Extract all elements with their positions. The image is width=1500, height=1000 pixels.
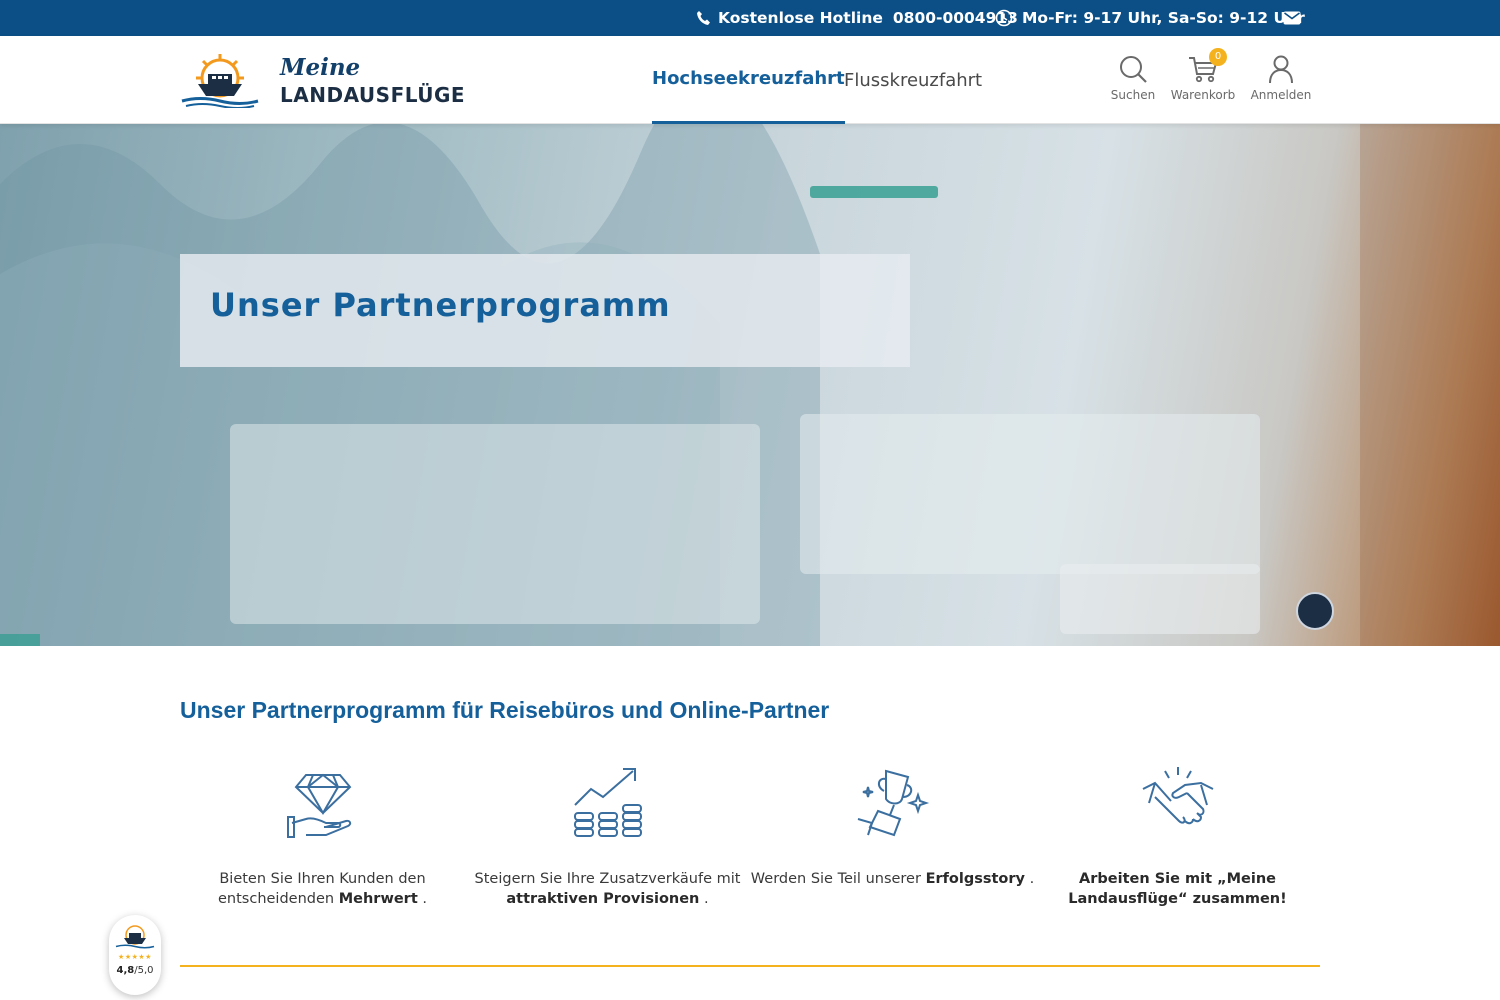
- phone-icon: [696, 10, 710, 26]
- feature-text: Steigern Sie Ihre Zusatzverkäufe mit att…: [474, 871, 741, 907]
- ship-sun-logo-icon: [181, 54, 259, 108]
- search-button[interactable]: Suchen: [1098, 54, 1168, 114]
- logo-text-meine: Meine: [280, 54, 361, 81]
- cart-button[interactable]: 0 Warenkorb: [1168, 48, 1238, 114]
- clock-icon: [995, 9, 1013, 27]
- nav-flusskreuzfahrt[interactable]: Flusskreuzfahrt: [844, 36, 982, 124]
- opening-hours: Mo-Fr: 9-17 Uhr, Sa-So: 9-12 Uhr: [995, 0, 1305, 36]
- site-logo[interactable]: Meine LANDAUSFLÜGE: [180, 52, 480, 110]
- feature-partnership: Arbeiten Sie mit „Meine Landausflüge“ zu…: [1035, 765, 1320, 909]
- user-icon: [1246, 54, 1316, 84]
- feature-text: Arbeiten Sie mit „Meine Landausflüge“ zu…: [1068, 871, 1287, 907]
- rating-score: 4,8/5,0: [116, 965, 154, 976]
- hotline[interactable]: Kostenlose Hotline 0800-0004913: [696, 0, 1018, 36]
- search-label: Suchen: [1110, 88, 1156, 102]
- trophy-icon: [750, 765, 1035, 839]
- opening-hours-text: Mo-Fr: 9-17 Uhr, Sa-So: 9-12 Uhr: [1022, 9, 1305, 27]
- cart-label: Warenkorb: [1170, 88, 1236, 102]
- growth-coins-icon: [465, 765, 750, 839]
- hero-banner: Unser Partnerprogramm: [0, 124, 1500, 646]
- login-label: Anmelden: [1250, 88, 1312, 102]
- login-button[interactable]: Anmelden: [1246, 54, 1316, 114]
- hero-title-box: Unser Partnerprogramm: [180, 254, 910, 367]
- hotline-label: Kostenlose Hotline: [718, 9, 883, 27]
- hero-background-image: [0, 124, 1500, 646]
- hero-title: Unser Partnerprogramm: [210, 286, 671, 324]
- top-info-bar: Kostenlose Hotline 0800-0004913 Mo-Fr: 9…: [0, 0, 1500, 36]
- ship-logo-icon: [115, 925, 155, 949]
- feature-text: Bieten Sie Ihren Kunden den entscheidend…: [218, 871, 427, 907]
- mail-icon[interactable]: [1283, 0, 1301, 36]
- search-icon: [1098, 54, 1168, 84]
- nav-hochseekreuzfahrt[interactable]: Hochseekreuzfahrt: [652, 36, 845, 124]
- seal-badge-icon[interactable]: [1296, 592, 1334, 630]
- feature-success: Werden Sie Teil unserer Erfolgsstory .: [750, 765, 1035, 889]
- feature-commission: Steigern Sie Ihre Zusatzverkäufe mit att…: [465, 765, 750, 909]
- handshake-icon: [1035, 765, 1320, 839]
- section-divider: [180, 965, 1320, 967]
- cart-icon: [1168, 54, 1238, 84]
- logo-text-landausfluege: LANDAUSFLÜGE: [280, 83, 466, 107]
- section-title: Unser Partnerprogramm für Reisebüros und…: [180, 697, 830, 723]
- main-header: Meine LANDAUSFLÜGE Hochseekreuzfahrt Flu…: [0, 36, 1500, 124]
- feature-value: Bieten Sie Ihren Kunden den entscheidend…: [180, 765, 465, 909]
- cart-count-badge: 0: [1209, 48, 1227, 66]
- rating-badge[interactable]: ★★★★★ 4,8/5,0: [109, 915, 161, 995]
- feature-text: Werden Sie Teil unserer Erfolgsstory .: [750, 871, 1035, 887]
- diamond-hand-icon: [180, 765, 465, 839]
- rating-stars: ★★★★★: [118, 953, 152, 961]
